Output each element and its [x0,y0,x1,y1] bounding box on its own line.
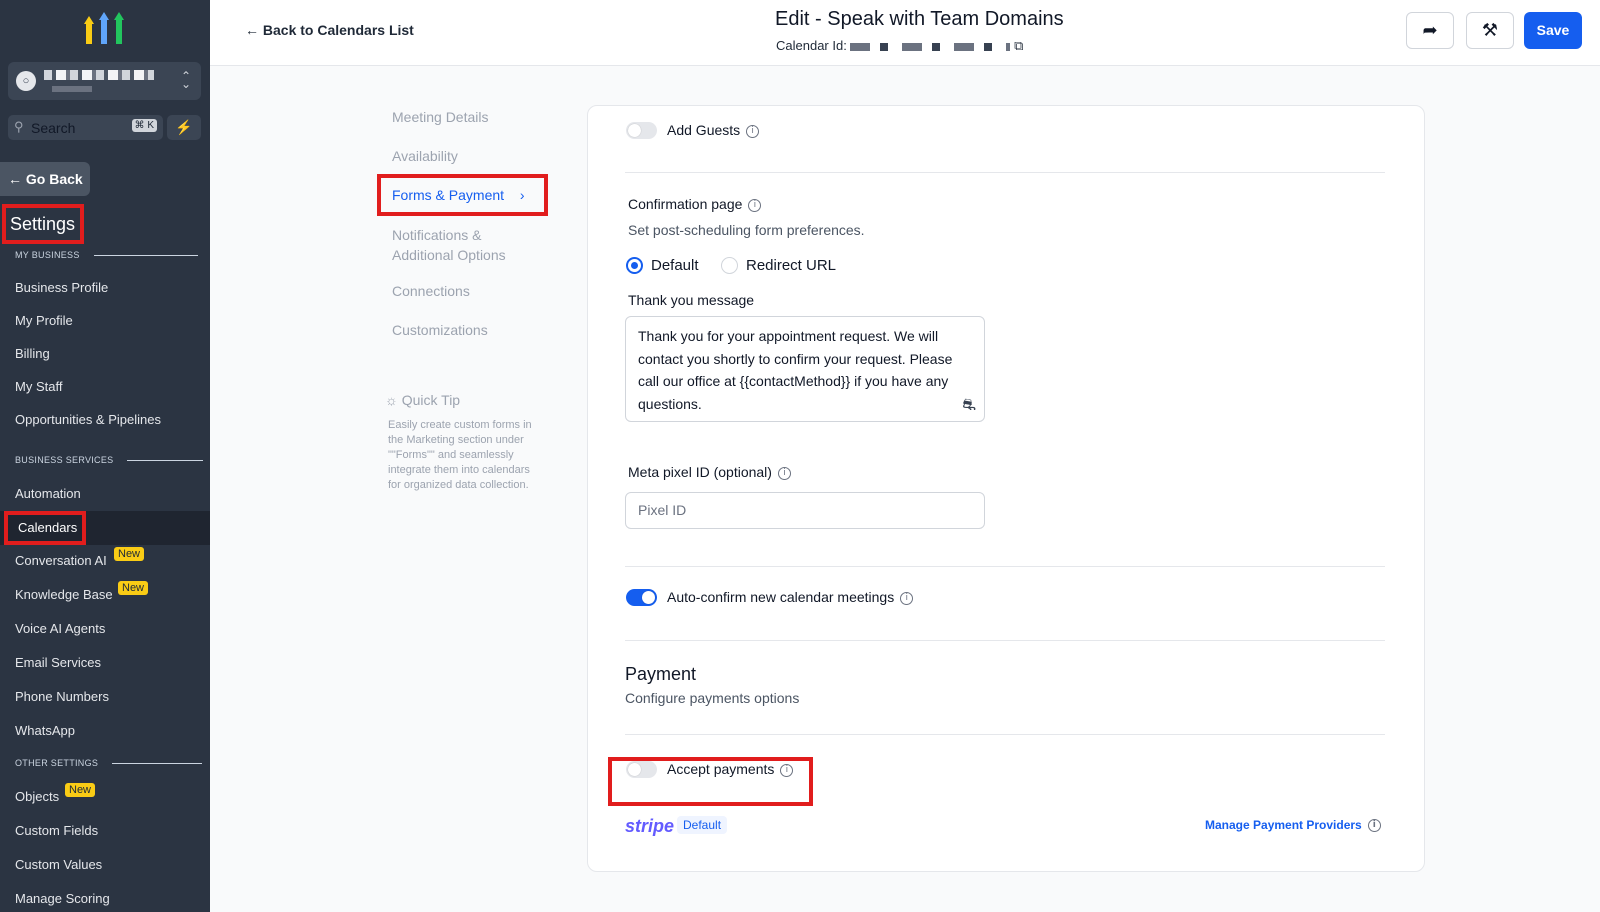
meta-pixel-label: Meta pixel ID (optional) i [628,464,791,480]
chevron-right-icon: › [519,187,525,203]
thank-you-text: Thank you for your appointment request. … [638,328,953,412]
radio-default-label: Default [651,257,699,274]
tab-availability[interactable]: Availability [392,148,458,164]
page-title: Edit - Speak with Team Domains [775,8,1064,30]
payment-title: Payment [625,664,697,684]
confirmation-page-label: Confirmation page i [628,196,762,212]
search-shortcut: ⌘ K [131,119,157,132]
section-my-business: MY BUSINESS [15,250,198,260]
go-back-button[interactable]: ← Go Back [0,162,90,196]
quick-tip-body: Easily create custom forms in the Market… [388,419,532,491]
sidebar-item-custom-fields[interactable]: Custom Fields [15,823,98,838]
tag-icon[interactable]: ⛐ [962,395,976,418]
search-icon: ⚲ [14,119,24,134]
add-guests-label: Add Guests i [667,122,760,138]
auto-confirm-toggle[interactable] [626,589,657,606]
divider [625,172,1385,173]
arrow-left-icon: ← [245,22,259,38]
settings-title: Settings [2,204,84,244]
radio-redirect-url[interactable] [721,257,738,274]
sidebar-item-my-profile[interactable]: My Profile [15,313,73,328]
info-icon[interactable]: i [777,466,791,480]
back-to-calendars-link[interactable]: ← Back to Calendars List [245,22,414,38]
manage-payment-providers-link[interactable]: Manage Payment Providers i [1205,818,1381,833]
sidebar-item-phone-numbers[interactable]: Phone Numbers [15,689,109,704]
info-icon[interactable]: i [748,198,762,212]
copy-icon[interactable]: ⧉ [1014,38,1023,53]
tab-customizations[interactable]: Customizations [392,322,488,338]
go-back-label: Go Back [25,171,83,187]
section-business-services: BUSINESS SERVICES [15,455,204,465]
add-guests-toggle[interactable] [626,122,657,139]
calendar-id-redacted [850,42,1011,51]
accept-payments-highlight [608,757,813,806]
sidebar-item-manage-scoring[interactable]: Manage Scoring [15,891,110,906]
tools-button[interactable]: ⚒ [1466,12,1514,49]
share-button[interactable]: ➦ [1406,12,1454,49]
sidebar-item-business-profile[interactable]: Business Profile [15,280,108,295]
divider [625,566,1385,567]
sidebar-item-conversation-ai[interactable]: Conversation AI [15,553,107,568]
sidebar-item-email-services[interactable]: Email Services [15,655,101,670]
auto-confirm-label: Auto-confirm new calendar meetings i [667,589,914,605]
thank-you-textarea[interactable]: Thank you for your appointment request. … [625,316,985,422]
info-icon[interactable]: i [1367,819,1381,833]
sidebar-item-custom-values[interactable]: Custom Values [15,857,102,872]
quick-action-bolt-icon[interactable]: ⚡ [167,115,201,140]
sidebar-item-my-staff[interactable]: My Staff [15,379,62,394]
confirmation-desc: Set post-scheduling form preferences. [628,222,865,238]
sidebar: ○ ⌃ ⌄ ⚲ Search ⌘ K ⚡ ← Go Back Settings M… [0,0,210,912]
tab-connections[interactable]: Connections [392,283,470,299]
sidebar-item-voice-ai[interactable]: Voice AI Agents [15,621,105,636]
search-input[interactable]: ⚲ Search ⌘ K [8,115,163,140]
sidebar-item-automation[interactable]: Automation [15,486,81,501]
stripe-default-badge: Default [677,816,728,834]
user-icon: ○ [16,71,36,91]
new-badge: New [118,581,149,595]
sidebar-item-objects[interactable]: Objects [15,789,59,804]
stripe-logo: stripe [625,816,675,836]
thank-you-label: Thank you message [628,292,755,308]
radio-default[interactable] [626,257,643,274]
radio-redirect-label: Redirect URL [746,257,837,274]
sidebar-item-opportunities[interactable]: Opportunities & Pipelines [15,412,161,427]
new-badge: New [114,547,145,561]
sidebar-item-whatsapp[interactable]: WhatsApp [15,723,75,738]
search-label: Search [31,120,76,136]
sidebar-item-billing[interactable]: Billing [15,346,50,361]
back-link-label: Back to Calendars List [262,22,414,38]
sidebar-item-calendars[interactable]: Calendars [4,511,86,545]
account-switcher[interactable]: ○ ⌃ ⌄ [8,62,201,100]
lightbulb-icon: ☼ [385,392,398,408]
tab-meeting-details[interactable]: Meeting Details [392,109,489,125]
divider [625,734,1385,735]
share-arrow-icon: ➦ [1422,20,1438,40]
divider [625,640,1385,641]
tab-notifications-label-2: Additional Options [392,247,506,263]
tab-forms-payment[interactable]: Forms & Payment › [377,174,548,216]
new-badge: New [65,783,96,797]
account-location-redacted [52,86,92,92]
chevron-updown-icon: ⌃ ⌄ [180,69,191,91]
tab-notifications-label-1: Notifications & [392,227,482,243]
tab-notifications[interactable]: Notifications & Additional Options [392,225,506,265]
top-header: ← Back to Calendars List Edit - Speak wi… [210,0,1600,66]
info-icon[interactable]: i [746,124,760,138]
payment-desc: Configure payments options [625,690,800,706]
sidebar-item-knowledge-base[interactable]: Knowledge Base [15,587,113,602]
save-button[interactable]: Save [1524,12,1582,49]
info-icon[interactable]: i [900,591,914,605]
tools-icon: ⚒ [1481,20,1499,40]
quick-tip-title: ☼ Quick Tip [385,392,461,408]
account-name-redacted [44,70,154,80]
calendar-id-label: Calendar Id: [776,38,847,53]
section-other-settings: OTHER SETTINGS [15,758,203,768]
calendar-id: Calendar Id: ⧉ [776,38,1023,54]
app-logo[interactable] [84,10,124,46]
tab-forms-payment-label: Forms & Payment [392,187,505,203]
meta-pixel-input[interactable]: Pixel ID [625,492,985,529]
